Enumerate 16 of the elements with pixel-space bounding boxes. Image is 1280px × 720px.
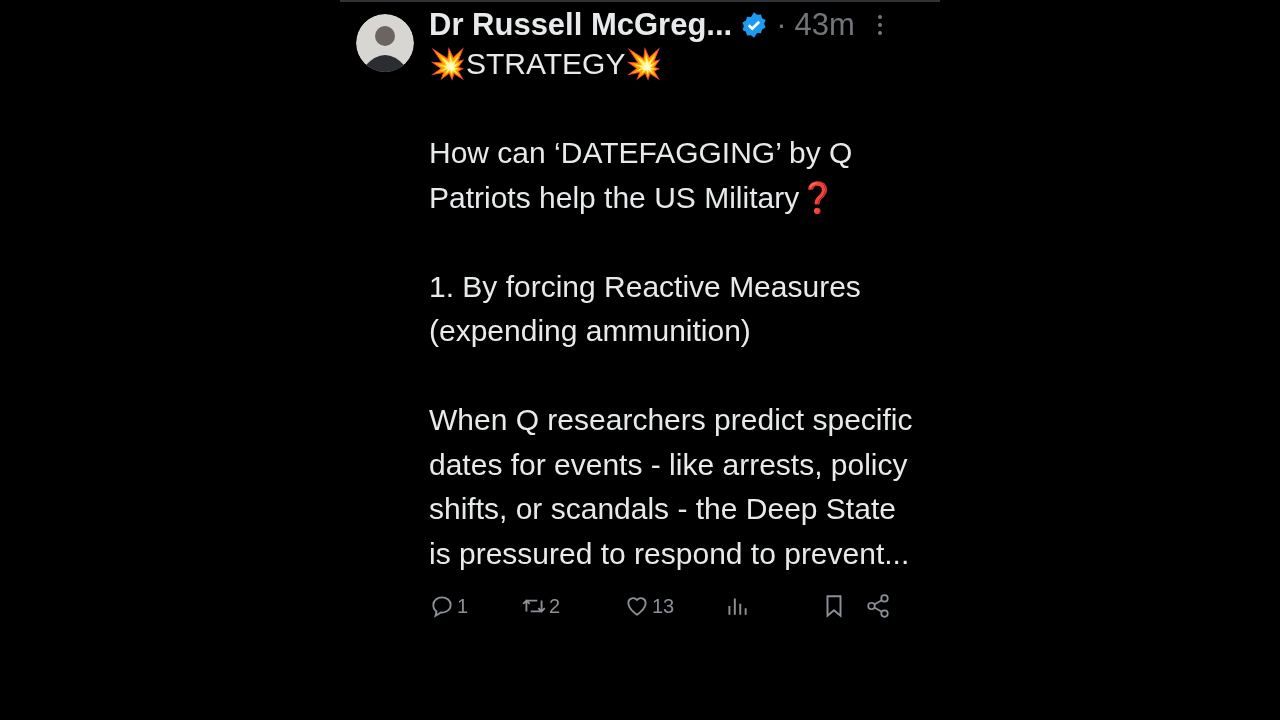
more-options-icon[interactable] bbox=[876, 14, 883, 36]
post-text: When Q researchers predict specific dates for events - like arrests, policy shifts, or scandals - the Deep State is pressured to respond to prevent... bbox=[429, 402, 914, 572]
speech-bubble-icon bbox=[429, 593, 455, 619]
person-silhouette-icon bbox=[356, 14, 414, 72]
post-text: How can ‘DATEFAGGING’ by Q Patriots help the US Military❓ bbox=[429, 135, 854, 216]
author-name[interactable]: Dr Russell McGreg... bbox=[429, 7, 733, 43]
like-button[interactable]: 13 bbox=[624, 593, 724, 619]
post-time[interactable]: 43m bbox=[794, 7, 855, 43]
repost-button[interactable]: 2 bbox=[521, 593, 624, 619]
avatar[interactable] bbox=[356, 14, 414, 72]
post-text: 1. By forcing Reactive Measures (expending ammunition) bbox=[429, 268, 862, 349]
post-text: 💥STRATEGY💥 bbox=[429, 46, 664, 82]
share-nodes-icon bbox=[865, 593, 891, 619]
share-button[interactable] bbox=[865, 593, 891, 619]
reply-button[interactable]: 1 bbox=[429, 593, 521, 619]
separator-dot: · bbox=[776, 7, 787, 43]
